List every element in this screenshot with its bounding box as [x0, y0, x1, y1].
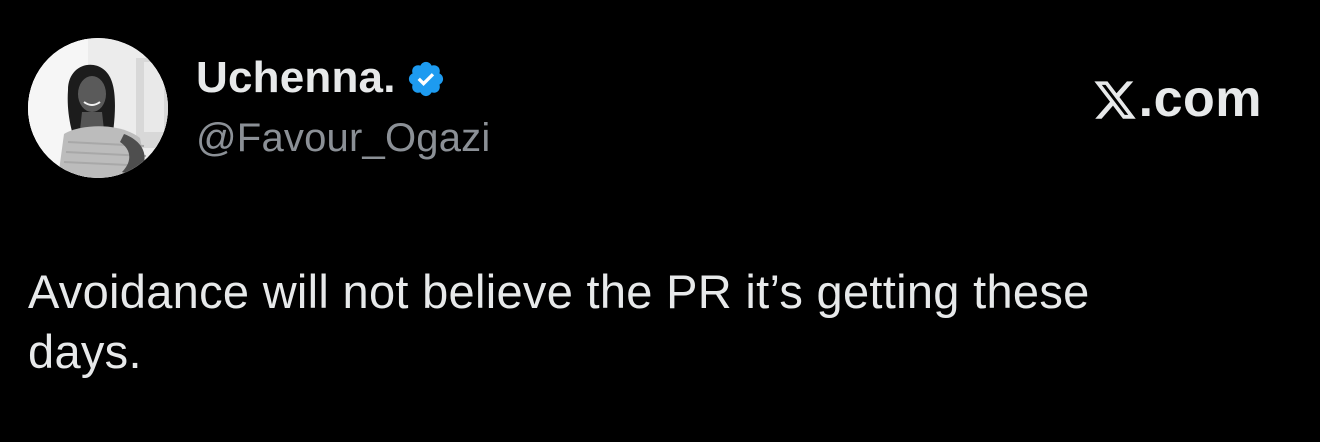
- tweet-card: Uchenna. @Favour_Ogazi .com Avoidance wi…: [0, 0, 1320, 442]
- name-row: Uchenna.: [196, 50, 490, 106]
- verified-badge-icon: [406, 59, 446, 99]
- author-info: Uchenna. @Favour_Ogazi: [196, 50, 490, 164]
- brand-watermark: .com: [1092, 66, 1262, 132]
- x-logo-icon: [1092, 77, 1138, 123]
- display-name[interactable]: Uchenna.: [196, 50, 396, 106]
- profile-photo-image: [28, 38, 168, 178]
- user-handle[interactable]: @Favour_Ogazi: [196, 112, 490, 164]
- avatar[interactable]: [28, 38, 168, 178]
- tweet-text: Avoidance will not believe the PR it’s g…: [28, 265, 1090, 378]
- brand-text: .com: [1138, 70, 1262, 128]
